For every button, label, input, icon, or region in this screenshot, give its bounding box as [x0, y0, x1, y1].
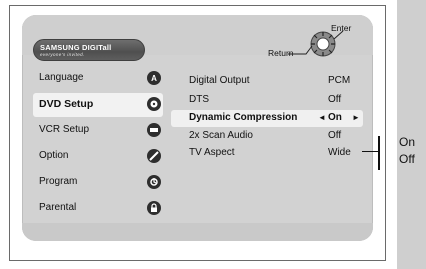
callout-option-off: Off — [399, 152, 415, 166]
setting-row-tv-aspect[interactable]: TV Aspect Wide — [171, 145, 363, 162]
program-icon — [147, 175, 161, 189]
setting-value: Off — [328, 94, 342, 105]
setting-value: Off — [328, 130, 342, 141]
vcr-tape-icon — [147, 123, 161, 137]
setting-row-dynamic-compression[interactable]: Dynamic Compression ◄ On ► — [171, 110, 363, 127]
osd-screen: SAMSUNG DIGITall everyone's invited. Ent… — [22, 15, 373, 241]
lock-icon — [147, 201, 161, 215]
setting-label: TV Aspect — [189, 147, 235, 158]
dvd-setup-submenu: Digital Output PCM DTS Off Dynamic Compr… — [171, 73, 363, 233]
arrow-left-icon[interactable]: ◄ — [318, 113, 326, 122]
menu-item-program[interactable]: Program — [33, 171, 163, 195]
brand-logo: SAMSUNG DIGITall everyone's invited. — [33, 39, 145, 61]
option-icon — [147, 149, 161, 163]
menu-item-label: VCR Setup — [39, 124, 90, 135]
main-menu: Language A DVD Setup VCR Setup Option Pr… — [33, 67, 163, 227]
callout-option-on: On — [399, 135, 416, 149]
menu-item-vcr-setup[interactable]: VCR Setup — [33, 119, 163, 143]
callout-line — [362, 151, 379, 152]
menu-item-label: Option — [39, 150, 69, 161]
arrow-right-icon[interactable]: ► — [352, 113, 360, 122]
setting-label: Digital Output — [189, 75, 250, 86]
menu-item-language[interactable]: Language A — [33, 67, 163, 91]
setting-label: 2x Scan Audio — [189, 130, 253, 141]
setting-row-digital-output[interactable]: Digital Output PCM — [171, 73, 363, 90]
menu-item-label: Language — [39, 72, 84, 83]
dvd-disc-icon — [147, 97, 161, 111]
setting-row-2x-scan-audio[interactable]: 2x Scan Audio Off — [171, 128, 363, 145]
callout-bracket — [378, 136, 384, 170]
setting-label: Dynamic Compression — [189, 112, 298, 123]
brand-name: SAMSUNG DIGITall — [40, 43, 112, 52]
menu-item-label: Program — [39, 176, 78, 187]
setting-row-dts[interactable]: DTS Off — [171, 92, 363, 109]
svg-text:A: A — [151, 74, 157, 83]
setting-value: Wide — [328, 147, 351, 158]
menu-item-option[interactable]: Option — [33, 145, 163, 169]
menu-item-label: DVD Setup — [39, 98, 94, 110]
return-pointer — [288, 45, 313, 55]
setting-value: PCM — [328, 75, 351, 86]
setting-label: DTS — [189, 94, 209, 105]
menu-item-label: Parental — [39, 202, 77, 213]
menu-item-dvd-setup[interactable]: DVD Setup — [33, 93, 163, 117]
enter-pointer — [333, 31, 344, 40]
setting-value: On — [328, 112, 342, 123]
language-icon: A — [147, 71, 161, 85]
footer-band — [22, 223, 373, 241]
brand-tagline: everyone's invited. — [40, 52, 85, 57]
menu-item-parental[interactable]: Parental — [33, 197, 163, 221]
